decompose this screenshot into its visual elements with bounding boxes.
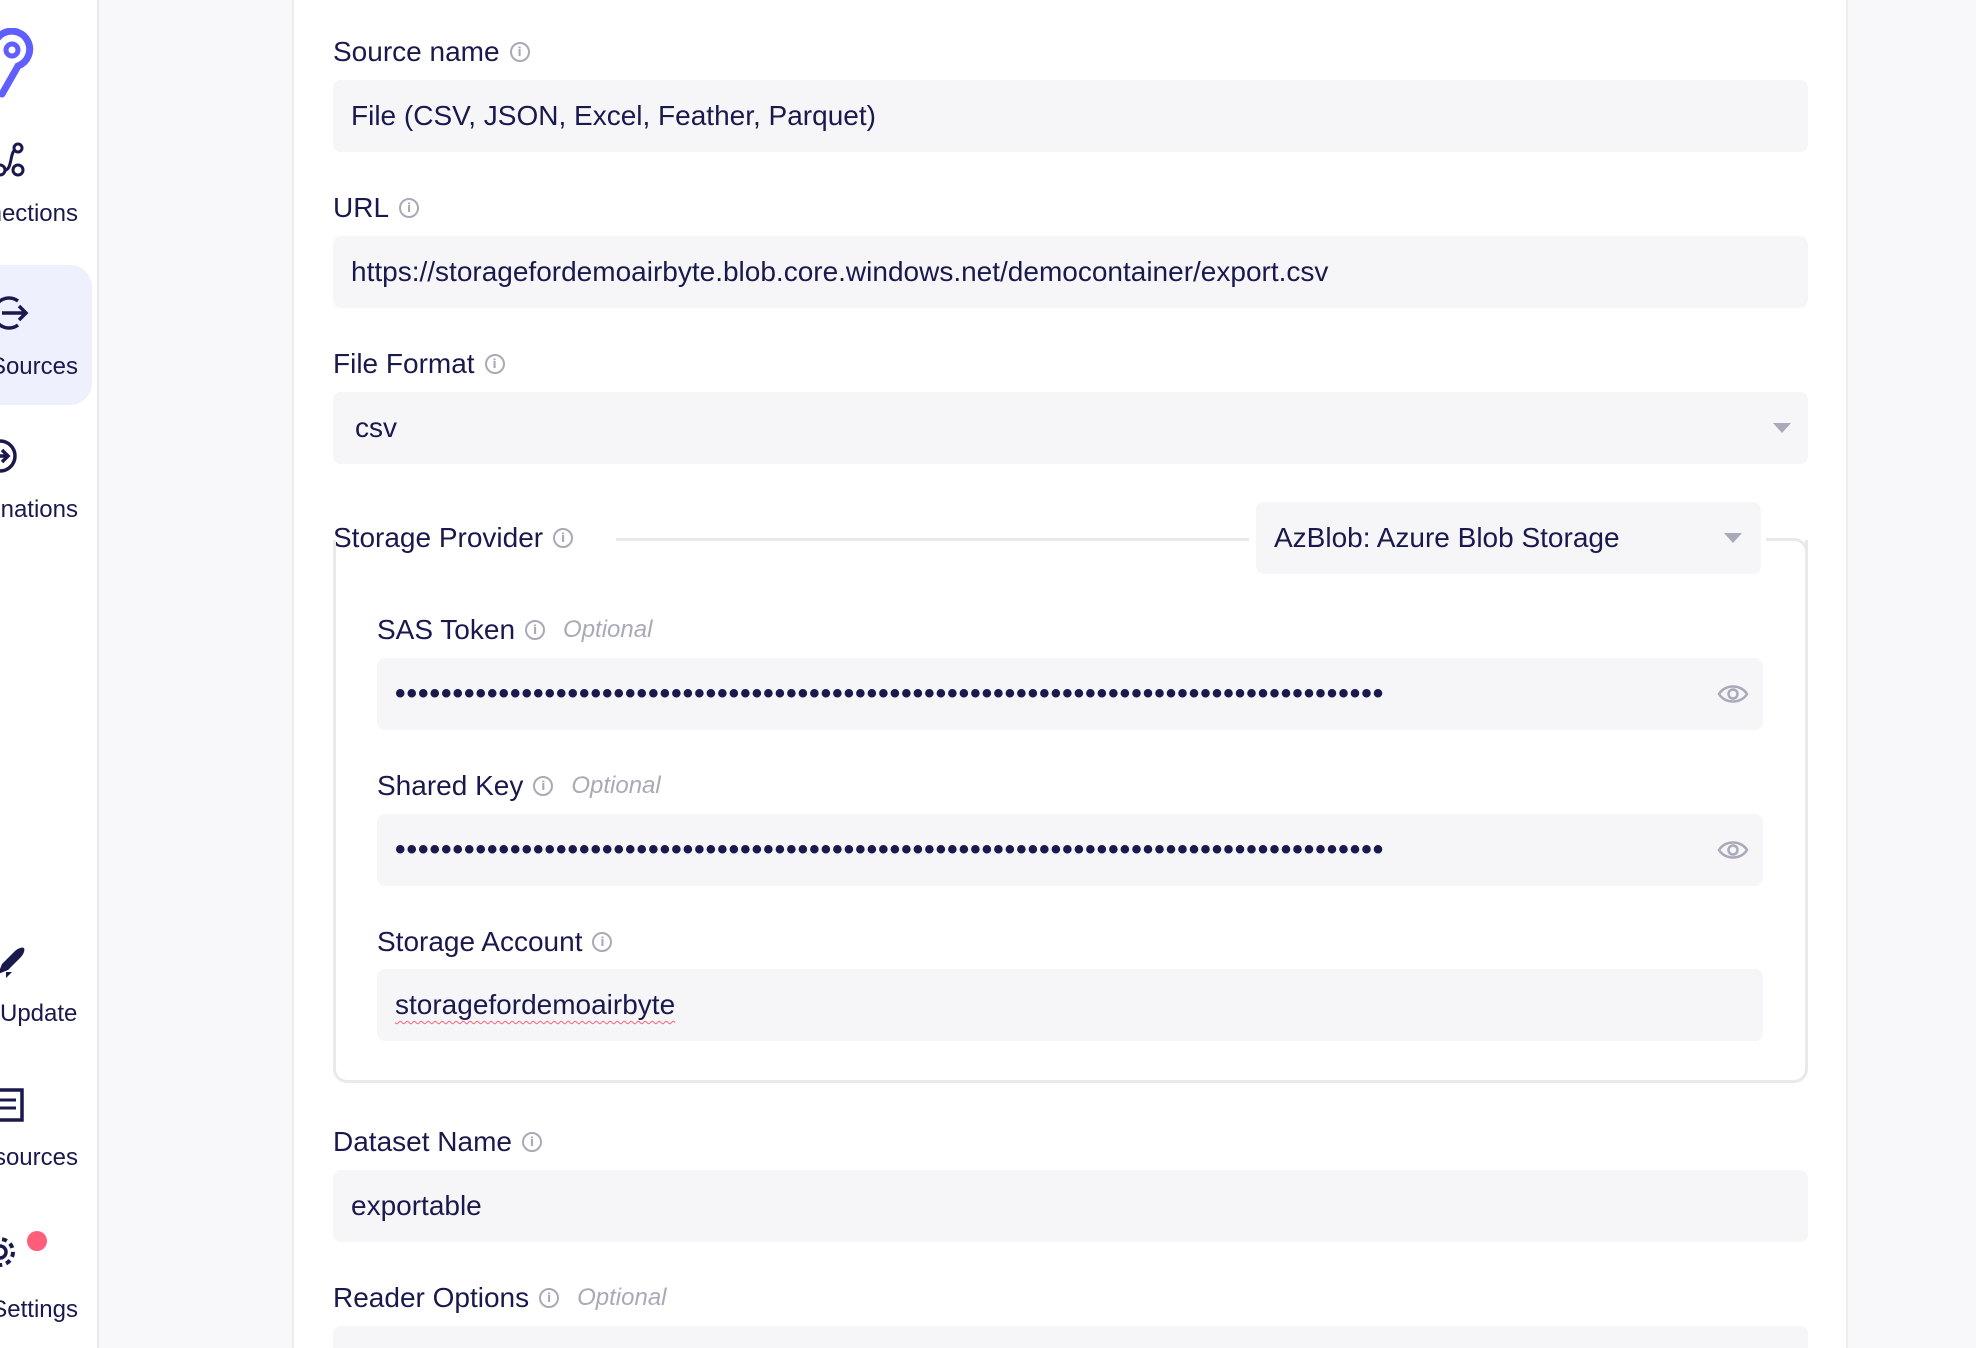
shared-key-label: Shared Key i Optional [377, 770, 661, 801]
info-icon[interactable]: i [533, 776, 554, 796]
chevron-down-icon [1773, 423, 1791, 433]
sidebar-item-label: Sources [0, 353, 78, 380]
file-format-label: File Format i [333, 348, 505, 380]
reader-options-label: Reader Options i Optional [333, 1282, 667, 1313]
book-icon [0, 1088, 24, 1122]
reader-options-input[interactable] [333, 1326, 1808, 1348]
info-icon[interactable]: i [521, 1132, 542, 1152]
sidebar-item-label: Settings [0, 1296, 78, 1323]
storage-account-input[interactable]: storagefordemoairbyte [377, 969, 1763, 1041]
sas-token-label: SAS Token i Optional [377, 614, 653, 645]
sidebar-item-destinations[interactable]: Destinations [0, 434, 92, 534]
source-name-label: Source name i [333, 36, 530, 68]
sidebar-item-label: Connections [0, 200, 78, 227]
sidebar-item-sources[interactable]: Sources [0, 265, 92, 405]
notification-badge [27, 1231, 47, 1251]
url-label: URL i [333, 192, 420, 224]
storage-provider-select[interactable]: AzBlob: Azure Blob Storage [1256, 502, 1761, 574]
sidebar-item-label: Destinations [0, 496, 78, 523]
rocket-icon [0, 947, 25, 978]
destinations-icon [0, 439, 17, 473]
shared-key-input[interactable]: ••••••••••••••••••••••••••••••••••••••••… [377, 814, 1763, 886]
logo-icon[interactable] [0, 28, 40, 100]
sas-token-input[interactable]: ••••••••••••••••••••••••••••••••••••••••… [377, 658, 1763, 730]
dataset-name-input[interactable]: exportable [333, 1170, 1808, 1242]
sidebar-item-label: Resources [0, 1144, 78, 1171]
connections-icon [0, 142, 25, 177]
sidebar-item-resources[interactable]: Resources [0, 1084, 92, 1184]
eye-icon[interactable] [1717, 839, 1749, 861]
file-format-select[interactable]: csv [333, 392, 1808, 464]
sidebar: Connections Sources Destinations Update … [0, 0, 99, 1348]
info-icon[interactable]: i [509, 42, 530, 62]
info-icon[interactable]: i [592, 932, 613, 952]
sidebar-item-connections[interactable]: Connections [0, 138, 92, 238]
chevron-down-icon [1724, 533, 1742, 543]
info-icon[interactable]: i [525, 620, 546, 640]
info-icon[interactable]: i [484, 354, 505, 374]
sources-icon [0, 296, 29, 330]
eye-icon[interactable] [1717, 683, 1749, 705]
info-icon[interactable]: i [399, 198, 420, 218]
sidebar-item-label: Update [0, 1000, 78, 1027]
info-icon[interactable]: i [539, 1288, 560, 1308]
dataset-name-label: Dataset Name i [333, 1126, 542, 1158]
url-input[interactable]: https://storagefordemoairbyte.blob.core.… [333, 236, 1808, 308]
sidebar-item-update[interactable]: Update [0, 940, 92, 1040]
storage-account-label: Storage Account i [377, 926, 613, 958]
source-name-input[interactable]: File (CSV, JSON, Excel, Feather, Parquet… [333, 80, 1808, 152]
